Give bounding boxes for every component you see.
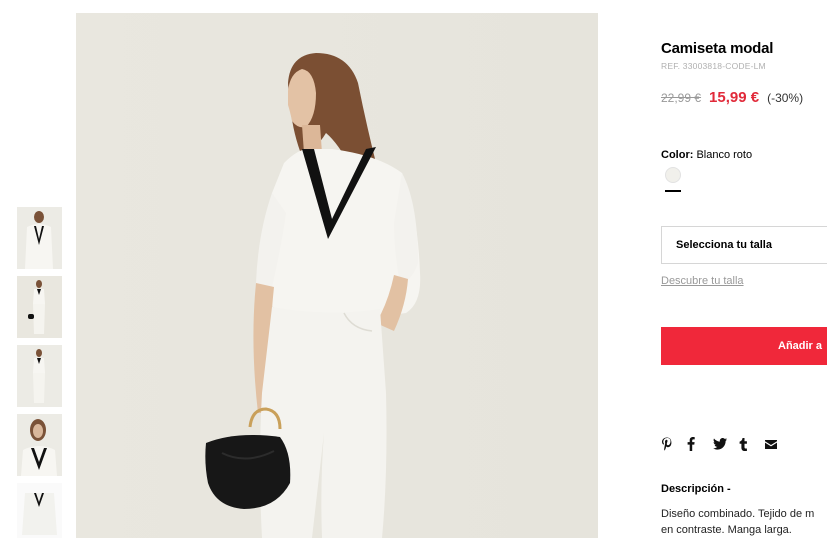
tumblr-icon[interactable]	[739, 436, 765, 452]
thumbnail-image	[17, 276, 62, 338]
old-price: 22,99 €	[661, 90, 702, 105]
thumbnail-2[interactable]	[17, 276, 62, 338]
share-icons	[661, 436, 791, 452]
product-title: Camiseta modal	[661, 40, 774, 57]
discount-badge: (-30%)	[767, 90, 804, 105]
color-label: Color: Blanco roto	[661, 149, 752, 161]
description-line: en contraste. Manga larga.	[661, 524, 792, 536]
description-line: Diseño combinado. Tejido de m	[661, 508, 815, 520]
product-photo	[76, 13, 598, 538]
thumbnail-image	[17, 483, 62, 538]
description-title[interactable]: Descripción -	[661, 483, 731, 495]
add-to-cart-button[interactable]: Añadir a	[661, 327, 827, 365]
thumbnail-4[interactable]	[17, 414, 62, 476]
color-label-key: Color:	[661, 149, 694, 161]
main-product-image	[76, 13, 598, 538]
color-swatch-blanco-roto[interactable]	[665, 167, 681, 183]
thumbnail-image	[17, 345, 62, 407]
facebook-icon[interactable]	[687, 436, 713, 452]
thumbnail-3[interactable]	[17, 345, 62, 407]
twitter-icon[interactable]	[713, 436, 739, 452]
product-info: Camiseta modal REF. 33003818-CODE-LM 22,…	[661, 0, 827, 538]
size-guide-link[interactable]: Descubre tu talla	[661, 275, 744, 287]
color-value: Blanco roto	[696, 149, 753, 161]
thumbnail-5[interactable]	[17, 483, 62, 538]
thumbnail-list	[17, 207, 63, 538]
thumbnail-image	[17, 414, 62, 476]
size-select[interactable]: Selecciona tu talla	[661, 226, 827, 264]
pinterest-icon[interactable]	[661, 436, 687, 452]
price-row: 22,99 € 15,99 € (-30%)	[661, 89, 803, 107]
thumbnail-image	[17, 207, 62, 269]
sale-price: 15,99 €	[709, 89, 760, 107]
description-text: Diseño combinado. Tejido de m en contras…	[661, 506, 827, 538]
email-icon[interactable]	[765, 436, 791, 452]
product-reference: REF. 33003818-CODE-LM	[661, 61, 766, 71]
thumbnail-1[interactable]	[17, 207, 62, 269]
selected-swatch-indicator	[665, 190, 681, 192]
